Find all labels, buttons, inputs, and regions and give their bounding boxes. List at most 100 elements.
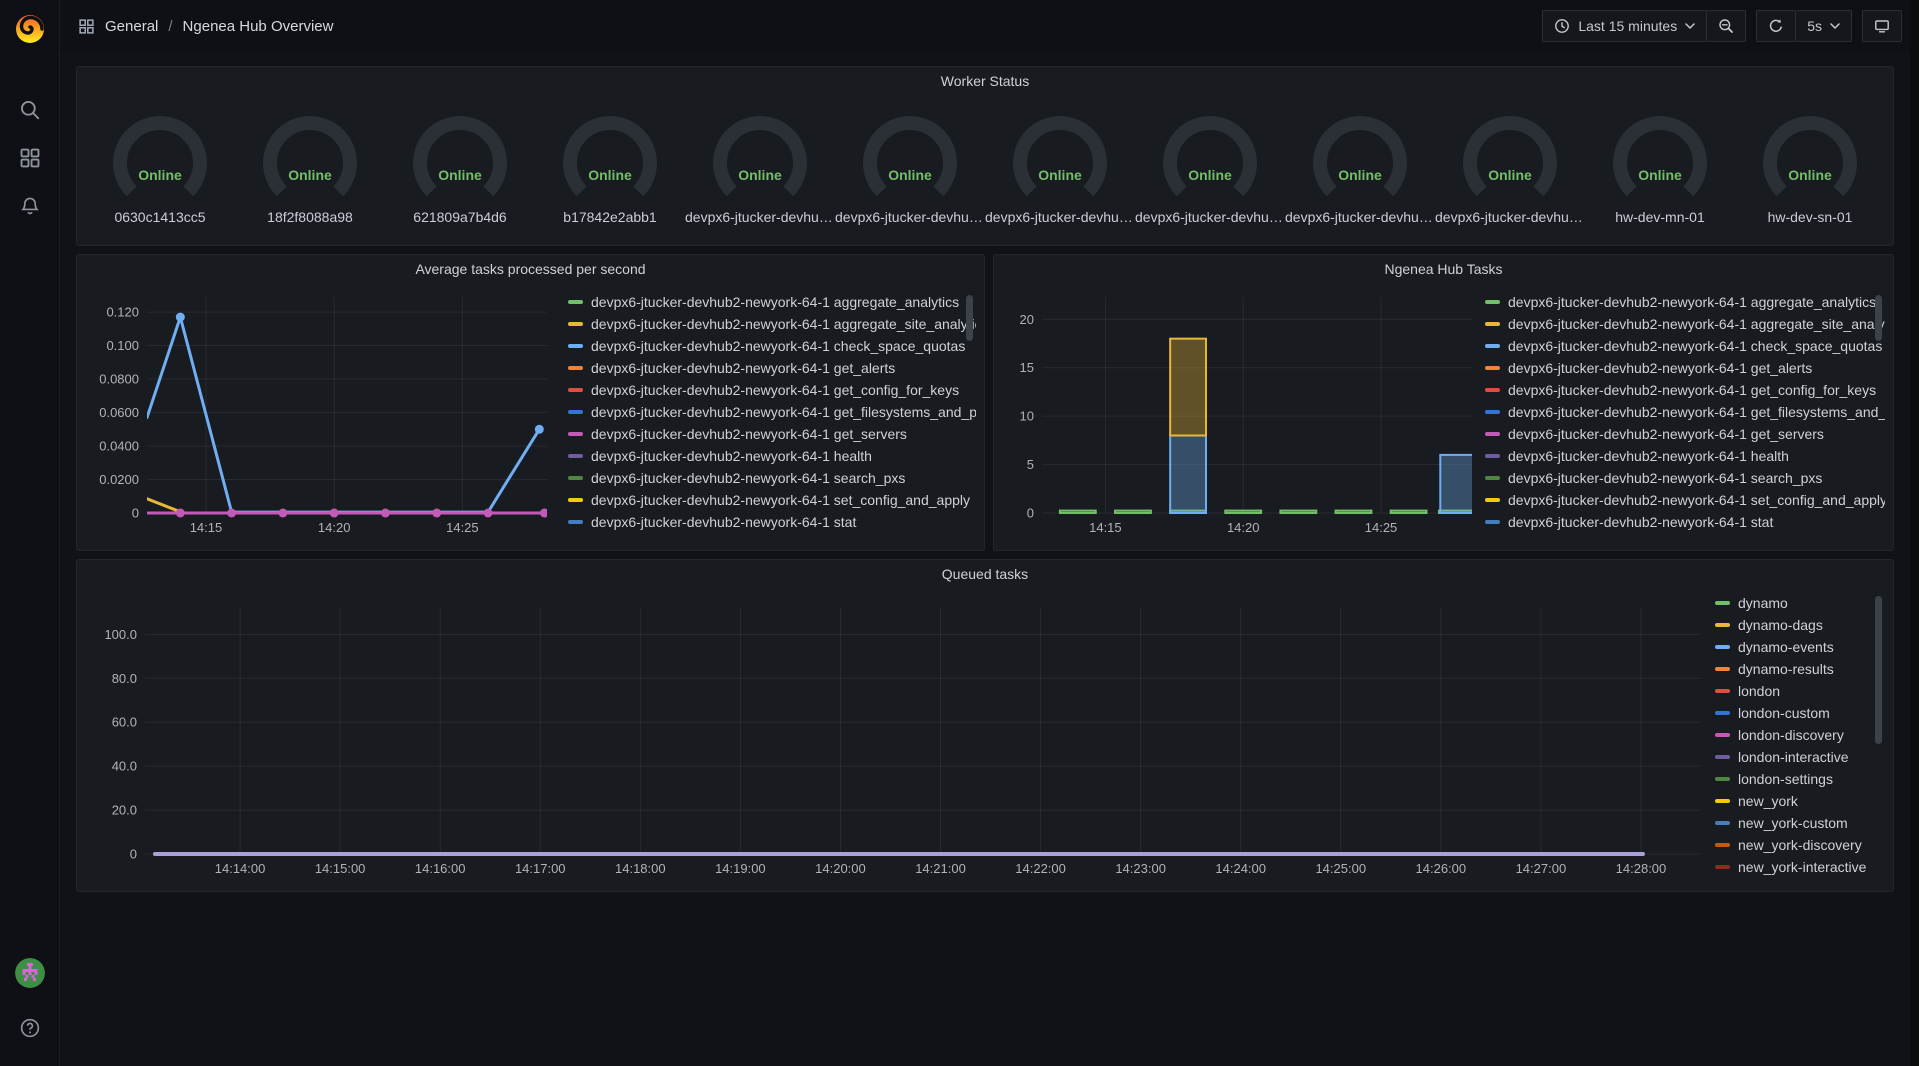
- worker-status-value: Online: [1135, 167, 1285, 183]
- gauge-arc: [1448, 107, 1572, 207]
- refresh-interval-picker[interactable]: 5s: [1796, 10, 1852, 42]
- zoom-out-button[interactable]: [1707, 10, 1746, 42]
- legend-item[interactable]: new_york-interactive: [1715, 856, 1885, 878]
- breadcrumb-folder[interactable]: General: [105, 18, 158, 35]
- svg-text:0.0600: 0.0600: [99, 405, 139, 420]
- worker-gauges: Online 0630c1413cc5 Online 18f2f8088a98 …: [77, 95, 1893, 225]
- legend-item[interactable]: devpx6-jtucker-devhub2-newyork-64-1 aggr…: [568, 291, 976, 313]
- panel-title[interactable]: Queued tasks: [77, 560, 1893, 588]
- avatar[interactable]: [15, 958, 45, 988]
- gauge-arc: [848, 107, 972, 207]
- worker-gauge[interactable]: Online 18f2f8088a98: [235, 107, 385, 225]
- worker-gauge[interactable]: Online hw-dev-mn-01: [1585, 107, 1735, 225]
- legend-item[interactable]: devpx6-jtucker-devhub2-newyork-64-1: [1485, 533, 1885, 537]
- worker-status-value: Online: [1735, 167, 1885, 183]
- legend-item[interactable]: devpx6-jtucker-devhub2-newyork-64-1 chec…: [1485, 335, 1885, 357]
- legend-item[interactable]: devpx6-jtucker-devhub2-newyork-64-1 sear…: [568, 467, 976, 489]
- legend-item[interactable]: devpx6-jtucker-devhub2-newyork-64-1 sear…: [1485, 467, 1885, 489]
- legend-item[interactable]: devpx6-jtucker-devhub2-newyork-64-1 get_…: [568, 423, 976, 445]
- breadcrumb-dashboard-title[interactable]: Ngenea Hub Overview: [183, 18, 334, 35]
- legend-item[interactable]: devpx6-jtucker-devhub2-newyork-64-1 aggr…: [1485, 291, 1885, 313]
- worker-gauge[interactable]: Online devpx6-jtucker-devhub2-...: [685, 107, 835, 225]
- legend-swatch: [568, 344, 583, 348]
- legend-item[interactable]: devpx6-jtucker-devhub2-newyork-64-1 get_…: [1485, 423, 1885, 445]
- svg-text:0: 0: [1027, 506, 1034, 521]
- breadcrumb: General / Ngenea Hub Overview: [78, 18, 333, 35]
- worker-status-value: Online: [535, 167, 685, 183]
- gauge-arc: [998, 107, 1122, 207]
- legend-label: devpx6-jtucker-devhub2-newyork-64-1 heal…: [591, 448, 872, 464]
- legend-item[interactable]: devpx6-jtucker-devhub2-newyork-64-1 get_…: [568, 357, 976, 379]
- gauge-arc: [1148, 107, 1272, 207]
- worker-status-value: Online: [835, 167, 985, 183]
- legend-item[interactable]: london-interactive: [1715, 746, 1885, 768]
- legend-item[interactable]: devpx6-jtucker-devhub2-newyork-64-1 chec…: [568, 335, 976, 357]
- panel-title[interactable]: Worker Status: [77, 67, 1893, 95]
- legend-label: devpx6-jtucker-devhub2-newyork-64-1 aggr…: [591, 294, 959, 310]
- worker-gauge[interactable]: Online 621809a7b4d6: [385, 107, 535, 225]
- legend-item[interactable]: devpx6-jtucker-devhub2-newyork-64-1 stat: [1485, 511, 1885, 533]
- search-icon[interactable]: [19, 99, 41, 121]
- worker-name: 0630c1413cc5: [114, 209, 205, 225]
- time-range-picker[interactable]: Last 15 minutes: [1542, 10, 1707, 42]
- legend-label: devpx6-jtucker-devhub2-newyork-64-1 sear…: [591, 470, 905, 486]
- worker-name: hw-dev-sn-01: [1768, 209, 1853, 225]
- grafana-logo[interactable]: [12, 10, 48, 46]
- legend-item[interactable]: new_york: [1715, 790, 1885, 812]
- worker-gauge[interactable]: Online devpx6-jtucker-devhub2-...: [1135, 107, 1285, 225]
- legend-item[interactable]: devpx6-jtucker-devhub2-newyork-64-1 stat: [568, 511, 976, 533]
- worker-gauge[interactable]: Online b17842e2abb1: [535, 107, 685, 225]
- legend-item[interactable]: new_york-custom: [1715, 812, 1885, 834]
- legend-item[interactable]: dynamo: [1715, 592, 1885, 614]
- legend-item[interactable]: london-settings: [1715, 768, 1885, 790]
- legend-item[interactable]: devpx6-jtucker-devhub2-newyork-64-1 get_…: [1485, 401, 1885, 423]
- dashboards-grid-icon[interactable]: [19, 147, 41, 169]
- legend-item[interactable]: devpx6-jtucker-devhub2-newyork-64-1 heal…: [568, 445, 976, 467]
- legend-item[interactable]: devpx6-jtucker-devhub2-newyork-64-1: [568, 533, 976, 537]
- tv-mode-button[interactable]: [1862, 10, 1902, 42]
- legend-label: devpx6-jtucker-devhub2-newyork-64-1 stat: [591, 514, 856, 530]
- legend-item[interactable]: devpx6-jtucker-devhub2-newyork-64-1 get_…: [1485, 379, 1885, 401]
- legend-label: devpx6-jtucker-devhub2-newyork-64-1 get_…: [591, 426, 907, 442]
- breadcrumb-separator: /: [168, 18, 172, 35]
- svg-text:20: 20: [1020, 312, 1034, 327]
- legend-label: devpx6-jtucker-devhub2-newyork-64-1 get_…: [1508, 426, 1824, 442]
- queued-tasks-chart[interactable]: 020.040.060.080.0100.014:14:0014:15:0014…: [85, 588, 1715, 884]
- gauge-arc: [1298, 107, 1422, 207]
- svg-text:40.0: 40.0: [112, 759, 137, 774]
- legend-item[interactable]: london-discovery: [1715, 724, 1885, 746]
- page-scrollbar[interactable]: [1910, 0, 1919, 1066]
- legend-item[interactable]: devpx6-jtucker-devhub2-newyork-64-1 get_…: [568, 401, 976, 423]
- worker-gauge[interactable]: Online devpx6-jtucker-devhub2-...: [1435, 107, 1585, 225]
- panel-title[interactable]: Ngenea Hub Tasks: [994, 255, 1893, 283]
- worker-status-value: Online: [85, 167, 235, 183]
- legend-item[interactable]: devpx6-jtucker-devhub2-newyork-64-1 aggr…: [1485, 313, 1885, 335]
- legend-item[interactable]: devpx6-jtucker-devhub2-newyork-64-1 get_…: [568, 379, 976, 401]
- help-icon[interactable]: [19, 1017, 41, 1039]
- legend-item[interactable]: dynamo-events: [1715, 636, 1885, 658]
- legend-item[interactable]: london-custom: [1715, 702, 1885, 724]
- panel-title[interactable]: Average tasks processed per second: [77, 255, 984, 283]
- hub-tasks-chart[interactable]: 0510152014:1514:2014:25: [1002, 283, 1485, 541]
- avg-tasks-chart[interactable]: 00.02000.04000.06000.08000.1000.12014:15…: [85, 283, 568, 541]
- refresh-controls-group: 5s: [1756, 10, 1852, 42]
- hub-tasks-legend: devpx6-jtucker-devhub2-newyork-64-1 aggr…: [1485, 283, 1885, 537]
- legend-swatch: [1715, 733, 1730, 737]
- legend-item[interactable]: dynamo-dags: [1715, 614, 1885, 636]
- worker-gauge[interactable]: Online hw-dev-sn-01: [1735, 107, 1885, 225]
- legend-item[interactable]: devpx6-jtucker-devhub2-newyork-64-1 set_…: [1485, 489, 1885, 511]
- worker-gauge[interactable]: Online devpx6-jtucker-devhub2-...: [985, 107, 1135, 225]
- bell-icon[interactable]: [19, 195, 41, 217]
- legend-item[interactable]: devpx6-jtucker-devhub2-newyork-64-1 aggr…: [568, 313, 976, 335]
- refresh-button[interactable]: [1756, 10, 1796, 42]
- worker-gauge[interactable]: Online devpx6-jtucker-devhub2-...: [1285, 107, 1435, 225]
- worker-gauge[interactable]: Online 0630c1413cc5: [85, 107, 235, 225]
- legend-item[interactable]: new_york-discovery: [1715, 834, 1885, 856]
- legend-item[interactable]: devpx6-jtucker-devhub2-newyork-64-1 heal…: [1485, 445, 1885, 467]
- legend-item[interactable]: london: [1715, 680, 1885, 702]
- worker-gauge[interactable]: Online devpx6-jtucker-devhub2-...: [835, 107, 985, 225]
- legend-item[interactable]: dynamo-results: [1715, 658, 1885, 680]
- legend-item[interactable]: devpx6-jtucker-devhub2-newyork-64-1 get_…: [1485, 357, 1885, 379]
- svg-text:14:19:00: 14:19:00: [715, 861, 766, 876]
- legend-item[interactable]: devpx6-jtucker-devhub2-newyork-64-1 set_…: [568, 489, 976, 511]
